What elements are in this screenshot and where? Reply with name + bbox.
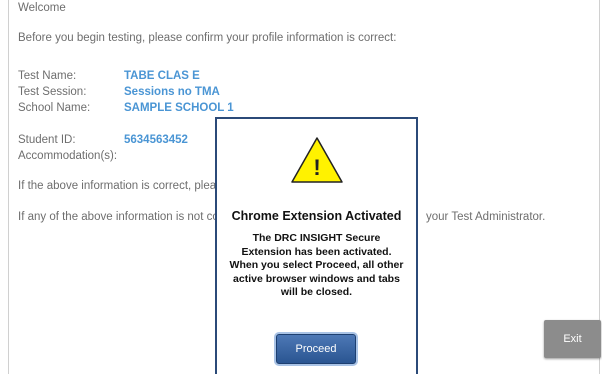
student-id-label: Student ID: (18, 134, 76, 146)
welcome-heading: Welcome (18, 2, 66, 14)
test-session-value: Sessions no TMA (124, 86, 220, 98)
dialog-message: The DRC INSIGHT Secure Extension has bee… (227, 232, 406, 300)
test-name-label: Test Name: (18, 70, 77, 82)
dialog-message-line: active browser windows and tabs (233, 272, 400, 285)
incorrect-info-note-tail: your Test Administrator. (426, 211, 546, 223)
test-name-value: TABE CLAS E (124, 70, 200, 82)
correct-info-note: If the above information is correct, ple… (18, 180, 217, 192)
incorrect-info-note: If any of the above information is not c… (18, 211, 219, 223)
accommodation-label: Accommodation(s): (18, 150, 118, 162)
test-session-label: Test Session: (18, 86, 87, 98)
school-name-value: SAMPLE SCHOOL 1 (124, 102, 234, 114)
dialog-title: Chrome Extension Activated (231, 209, 402, 223)
dialog-message-line: will be closed. (280, 286, 353, 298)
dialog-message-line: When you select Proceed, all other (229, 259, 404, 271)
dialog-message-line: Extension has been activated. (241, 245, 392, 258)
intro-text: Before you begin testing, please confirm… (18, 32, 397, 44)
proceed-button[interactable]: Proceed (276, 334, 356, 364)
extension-activated-dialog: ! Chrome Extension Activated The DRC INS… (215, 117, 418, 374)
dialog-message-line: The DRC INSIGHT Secure (252, 232, 381, 244)
school-name-label: School Name: (18, 102, 91, 114)
exit-button[interactable]: Exit (544, 320, 601, 358)
warning-exclamation-glyph: ! (313, 155, 320, 180)
student-id-value: 5634563452 (124, 134, 188, 146)
warning-triangle-icon: ! (291, 137, 343, 183)
